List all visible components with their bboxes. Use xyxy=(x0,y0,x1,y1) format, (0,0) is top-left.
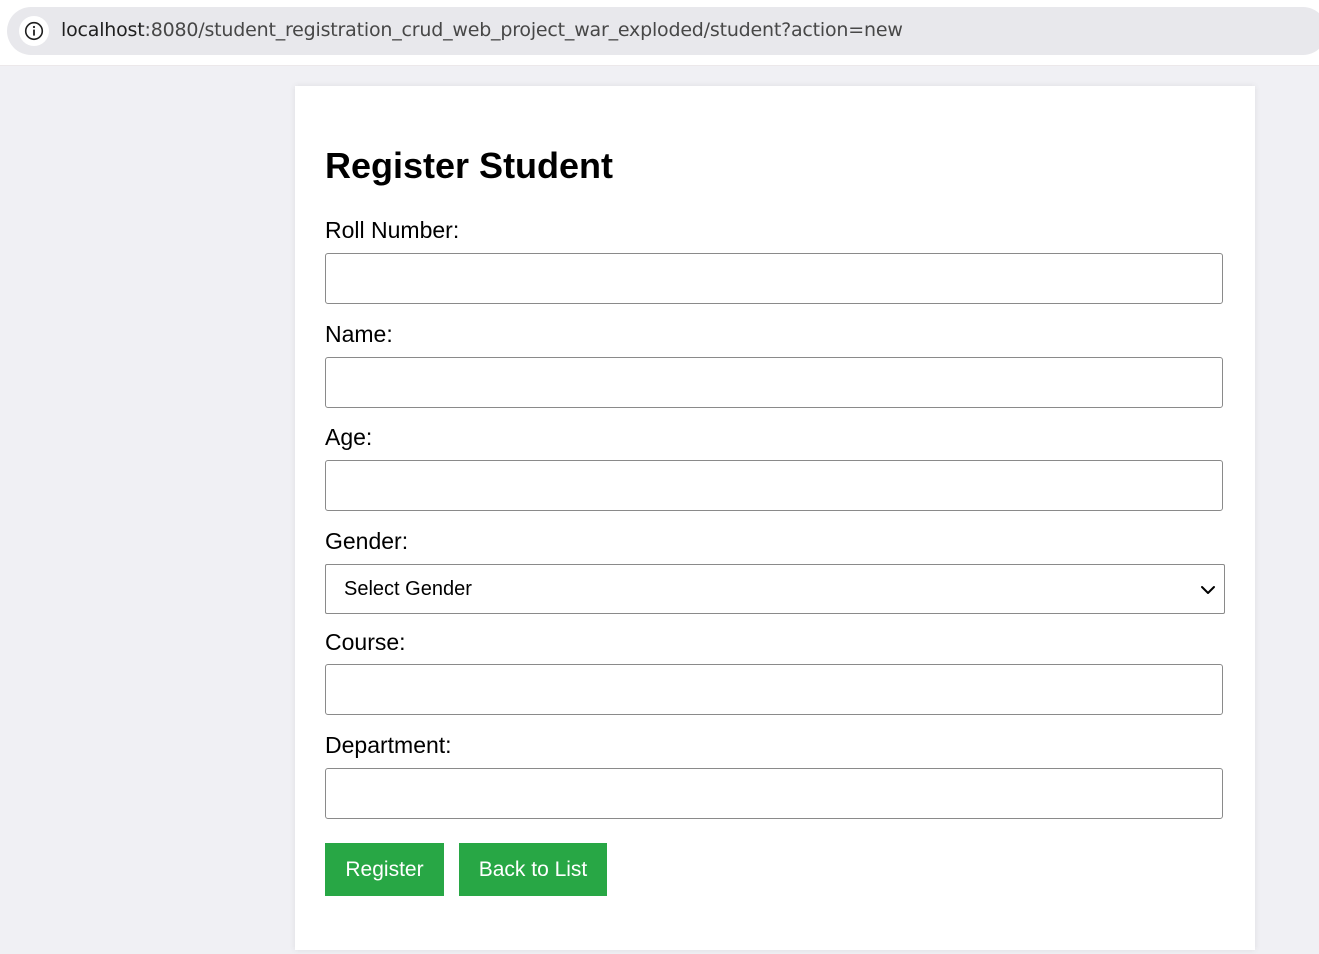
registration-card: Register Student Roll Number: Name: Age:… xyxy=(295,86,1255,950)
page-title: Register Student xyxy=(325,145,614,186)
roll-number-input[interactable] xyxy=(325,253,1223,304)
register-button[interactable]: Register xyxy=(325,843,444,896)
info-icon[interactable] xyxy=(19,16,49,46)
age-input[interactable] xyxy=(325,460,1223,511)
url-field[interactable]: localhost:8080/student_registration_crud… xyxy=(7,7,1319,55)
chevron-down-icon xyxy=(1199,581,1217,599)
url-host: localhost xyxy=(61,19,145,41)
gender-select-value: Select Gender xyxy=(344,578,472,600)
gender-select[interactable]: Select Gender xyxy=(325,564,1225,614)
gender-label: Gender: xyxy=(325,528,409,554)
url-path: :8080/student_registration_crud_web_proj… xyxy=(144,19,903,41)
url-text[interactable]: localhost:8080/student_registration_crud… xyxy=(61,19,903,41)
back-to-list-button[interactable]: Back to List xyxy=(459,843,607,896)
name-input[interactable] xyxy=(325,357,1223,408)
browser-address-bar: localhost:8080/student_registration_crud… xyxy=(0,0,1319,66)
department-label: Department: xyxy=(325,732,452,758)
age-label: Age: xyxy=(325,424,373,450)
course-input[interactable] xyxy=(325,664,1223,715)
course-label: Course: xyxy=(325,629,406,655)
roll-number-label: Roll Number: xyxy=(325,217,460,243)
name-label: Name: xyxy=(325,321,393,347)
department-input[interactable] xyxy=(325,768,1223,819)
